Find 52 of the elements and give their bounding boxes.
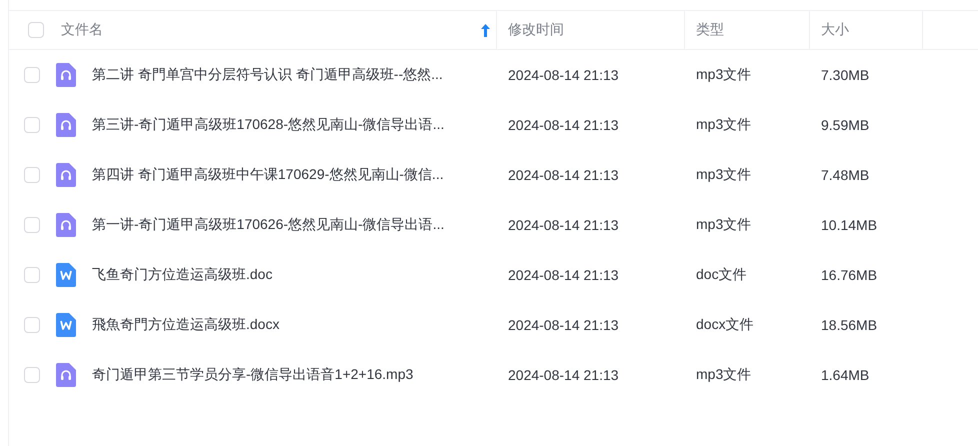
column-title: 文件名 xyxy=(61,21,103,39)
file-type: docx文件 xyxy=(696,316,754,334)
column-header-cell[interactable]: 修改时间 xyxy=(497,11,685,49)
file-size: 10.14MB xyxy=(821,217,878,233)
file-name[interactable]: 第二讲 奇門单宫中分层符号认识 奇门遁甲高级班--悠然... xyxy=(92,66,443,84)
checkbox[interactable] xyxy=(24,217,40,233)
file-name[interactable]: 飛魚奇門方位造运高级班.docx xyxy=(92,316,280,334)
file-size: 7.30MB xyxy=(821,67,870,83)
checkbox[interactable] xyxy=(24,267,40,283)
file-name[interactable]: 第四讲 奇门遁甲高级班中午课170629-悠然见南山-微信... xyxy=(92,166,444,184)
modified-time: 2024-08-14 21:13 xyxy=(508,317,619,333)
column-header-cell[interactable]: 类型 xyxy=(685,11,810,49)
file-size: 16.76MB xyxy=(821,267,878,283)
checkbox[interactable] xyxy=(24,67,40,83)
column-title: 修改时间 xyxy=(508,21,564,39)
file-type: mp3文件 xyxy=(696,66,752,84)
checkbox[interactable] xyxy=(24,367,40,383)
file-name[interactable]: 奇门遁甲第三节学员分享-微信导出语音1+2+16.mp3 xyxy=(92,366,414,384)
modified-time: 2024-08-14 21:13 xyxy=(508,367,619,383)
checkbox[interactable] xyxy=(28,22,44,38)
file-name[interactable]: 第一讲-奇门遁甲高级班170626-悠然见南山-微信导出语... xyxy=(92,216,444,234)
modified-time: 2024-08-14 21:13 xyxy=(508,267,619,283)
word-file-icon xyxy=(56,313,76,337)
audio-file-icon xyxy=(56,163,76,187)
file-size: 1.64MB xyxy=(821,367,870,383)
audio-file-icon xyxy=(56,363,76,387)
column-title: 大小 xyxy=(821,21,849,39)
file-name[interactable]: 飞鱼奇门方位造运高级班.doc xyxy=(92,266,272,284)
file-type: mp3文件 xyxy=(696,366,752,384)
file-type: doc文件 xyxy=(696,266,747,284)
modified-time: 2024-08-14 21:13 xyxy=(508,167,619,183)
file-size: 7.48MB xyxy=(821,167,870,183)
audio-file-icon xyxy=(56,113,76,137)
word-file-icon xyxy=(56,263,76,287)
checkbox[interactable] xyxy=(24,317,40,333)
column-header-cell[interactable]: 文件名 xyxy=(9,11,497,49)
column-header-cell[interactable]: 大小 xyxy=(810,11,923,49)
modified-time: 2024-08-14 21:13 xyxy=(508,217,619,233)
file-size: 18.56MB xyxy=(821,317,878,333)
checkbox[interactable] xyxy=(24,117,40,133)
file-name[interactable]: 第三讲-奇门遁甲高级班170628-悠然见南山-微信导出语... xyxy=(92,116,444,134)
file-size: 9.59MB xyxy=(821,117,870,133)
file-type: mp3文件 xyxy=(696,166,752,184)
modified-time: 2024-08-14 21:13 xyxy=(508,117,619,133)
file-type: mp3文件 xyxy=(696,116,752,134)
sort-up-icon[interactable] xyxy=(481,24,490,36)
column-title: 类型 xyxy=(696,21,724,39)
audio-file-icon xyxy=(56,63,76,87)
audio-file-icon xyxy=(56,213,76,237)
checkbox[interactable] xyxy=(24,167,40,183)
file-type: mp3文件 xyxy=(696,216,752,234)
modified-time: 2024-08-14 21:13 xyxy=(508,67,619,83)
